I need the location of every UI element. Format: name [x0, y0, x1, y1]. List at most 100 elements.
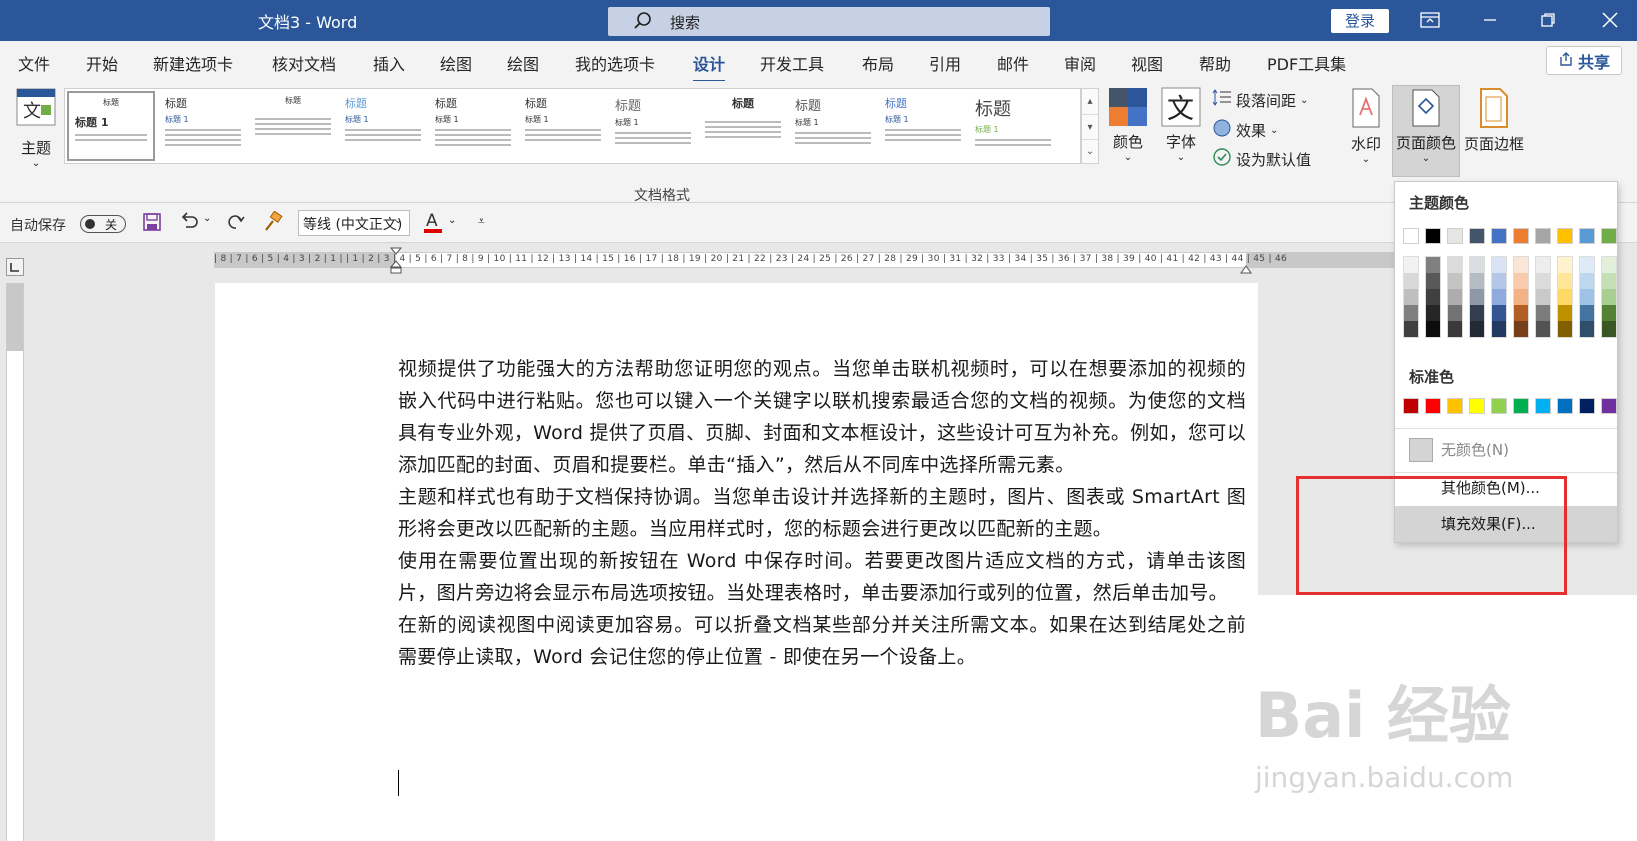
tab-my-tab[interactable]: 我的选项卡	[575, 51, 655, 75]
shade-swatch[interactable]	[1404, 273, 1418, 289]
shade-swatch[interactable]	[1602, 305, 1616, 321]
shade-swatch[interactable]	[1580, 305, 1594, 321]
shade-swatch[interactable]	[1536, 257, 1550, 273]
color-swatch[interactable]	[1403, 228, 1419, 244]
shade-swatch[interactable]	[1470, 273, 1484, 289]
style-set-thumb[interactable]: 标题 标题 1	[609, 91, 697, 161]
shade-swatch[interactable]	[1448, 289, 1462, 305]
shade-swatch[interactable]	[1448, 273, 1462, 289]
color-swatch[interactable]	[1557, 398, 1573, 414]
shade-swatch[interactable]	[1514, 305, 1528, 321]
paragraph-spacing-button[interactable]: 段落间距 ⌄	[1212, 89, 1308, 111]
tab-review-doc[interactable]: 核对文档	[272, 51, 336, 75]
color-swatch[interactable]	[1535, 228, 1551, 244]
shade-swatch[interactable]	[1536, 305, 1550, 321]
color-swatch[interactable]	[1601, 228, 1617, 244]
color-swatch[interactable]	[1491, 398, 1507, 414]
shade-swatch[interactable]	[1602, 273, 1616, 289]
fonts-button[interactable]: 文 字体 ⌄	[1160, 87, 1202, 163]
shade-swatch[interactable]	[1492, 273, 1506, 289]
ribbon-display-icon[interactable]	[1410, 6, 1450, 34]
shade-swatch[interactable]	[1514, 289, 1528, 305]
font-color-dropdown-icon[interactable]: ⌄	[448, 215, 456, 226]
share-button[interactable]: 共享	[1546, 46, 1622, 75]
color-swatch[interactable]	[1447, 398, 1463, 414]
tab-home[interactable]: 开始	[86, 51, 118, 75]
set-as-default-button[interactable]: 设为默认值	[1212, 147, 1311, 171]
color-swatch[interactable]	[1557, 228, 1573, 244]
shade-swatch[interactable]	[1470, 289, 1484, 305]
font-color-icon[interactable]: A	[422, 209, 444, 239]
tab-pdf-tools[interactable]: PDF工具集	[1267, 51, 1346, 75]
tab-draw-2[interactable]: 绘图	[507, 51, 539, 75]
shade-swatch[interactable]	[1514, 321, 1528, 337]
shade-swatch[interactable]	[1580, 321, 1594, 337]
tab-draw-1[interactable]: 绘图	[440, 51, 472, 75]
autosave-toggle[interactable]: 关	[80, 215, 126, 233]
paragraph[interactable]: 主题和样式也有助于文档保持协调。当您单击设计并选择新的主题时，图片、图表或 Sm…	[398, 481, 1246, 545]
color-swatch[interactable]	[1469, 228, 1485, 244]
page-color-button[interactable]: 页面颜色 ⌄	[1392, 85, 1460, 177]
tab-insert[interactable]: 插入	[373, 51, 405, 75]
font-dropdown-icon[interactable]: ⌄	[394, 215, 402, 226]
shade-swatch[interactable]	[1558, 305, 1572, 321]
style-set-thumb[interactable]: 标题 标题 1	[339, 91, 427, 161]
shade-swatch[interactable]	[1580, 273, 1594, 289]
color-swatch[interactable]	[1469, 398, 1485, 414]
restore-icon[interactable]	[1528, 6, 1568, 34]
tab-review[interactable]: 审阅	[1064, 51, 1096, 75]
style-set-thumb[interactable]: 标题 标题 1	[67, 91, 155, 161]
paragraph[interactable]: 使用在需要位置出现的新按钮在 Word 中保存时间。若要更改图片适应文档的方式，…	[398, 545, 1246, 609]
save-icon[interactable]	[142, 212, 162, 236]
document-body[interactable]: 视频提供了功能强大的方法帮助您证明您的观点。当您单击联机视频时，可以在想要添加的…	[398, 353, 1246, 673]
shade-swatch[interactable]	[1558, 289, 1572, 305]
shade-swatch[interactable]	[1602, 289, 1616, 305]
shade-swatch[interactable]	[1426, 289, 1440, 305]
shade-swatch[interactable]	[1426, 305, 1440, 321]
style-set-thumb[interactable]: 标题 标题 1	[429, 91, 517, 161]
style-set-thumb[interactable]: 标题	[699, 91, 787, 161]
shade-swatch[interactable]	[1426, 257, 1440, 273]
redo-icon[interactable]	[226, 212, 246, 236]
style-set-thumb[interactable]: 标题 标题 1	[789, 91, 877, 161]
style-set-thumb[interactable]: 标题 标题 1	[879, 91, 967, 161]
color-swatch[interactable]	[1513, 398, 1529, 414]
format-painter-icon[interactable]	[262, 210, 284, 237]
style-set-thumb[interactable]: 标题 标题 1	[519, 91, 607, 161]
shade-swatch[interactable]	[1580, 257, 1594, 273]
undo-dropdown-icon[interactable]: ⌄	[203, 213, 211, 224]
shade-swatch[interactable]	[1558, 321, 1572, 337]
gallery-scroll[interactable]: ▴ ▾ ⌄	[1081, 88, 1099, 164]
shade-swatch[interactable]	[1492, 289, 1506, 305]
gallery-more-icon[interactable]: ⌄	[1082, 139, 1098, 163]
shade-swatch[interactable]	[1536, 273, 1550, 289]
tab-mailings[interactable]: 邮件	[997, 51, 1029, 75]
color-swatch[interactable]	[1447, 228, 1463, 244]
shade-swatch[interactable]	[1470, 321, 1484, 337]
no-color-item[interactable]: 无颜色(N)	[1395, 432, 1617, 468]
style-set-thumb[interactable]: 标题	[249, 91, 337, 161]
watermark-button[interactable]: 水印 ⌄	[1346, 87, 1386, 165]
shade-swatch[interactable]	[1404, 257, 1418, 273]
tab-layout[interactable]: 布局	[862, 51, 894, 75]
shade-swatch[interactable]	[1404, 305, 1418, 321]
shade-swatch[interactable]	[1426, 273, 1440, 289]
shade-swatch[interactable]	[1470, 257, 1484, 273]
shade-swatch[interactable]	[1558, 257, 1572, 273]
style-set-thumb[interactable]: 标题 标题 1	[159, 91, 247, 161]
close-icon[interactable]	[1590, 6, 1630, 34]
chevron-down-icon[interactable]: ▾	[1082, 114, 1098, 139]
shade-swatch[interactable]	[1536, 289, 1550, 305]
shade-swatch[interactable]	[1580, 289, 1594, 305]
shade-swatch[interactable]	[1492, 305, 1506, 321]
chevron-up-icon[interactable]: ▴	[1082, 89, 1098, 114]
document-page[interactable]: 视频提供了功能强大的方法帮助您证明您的观点。当您单击联机视频时，可以在想要添加的…	[215, 283, 1258, 841]
color-swatch[interactable]	[1579, 228, 1595, 244]
paragraph[interactable]: 视频提供了功能强大的方法帮助您证明您的观点。当您单击联机视频时，可以在想要添加的…	[398, 353, 1246, 481]
color-swatch[interactable]	[1535, 398, 1551, 414]
login-button[interactable]: 登录	[1331, 9, 1389, 33]
shade-swatch[interactable]	[1514, 273, 1528, 289]
shade-swatch[interactable]	[1448, 321, 1462, 337]
page-borders-button[interactable]: 页面边框	[1462, 87, 1526, 154]
paragraph[interactable]: 在新的阅读视图中阅读更加容易。可以折叠文档某些部分并关注所需文本。如果在达到结尾…	[398, 609, 1246, 673]
